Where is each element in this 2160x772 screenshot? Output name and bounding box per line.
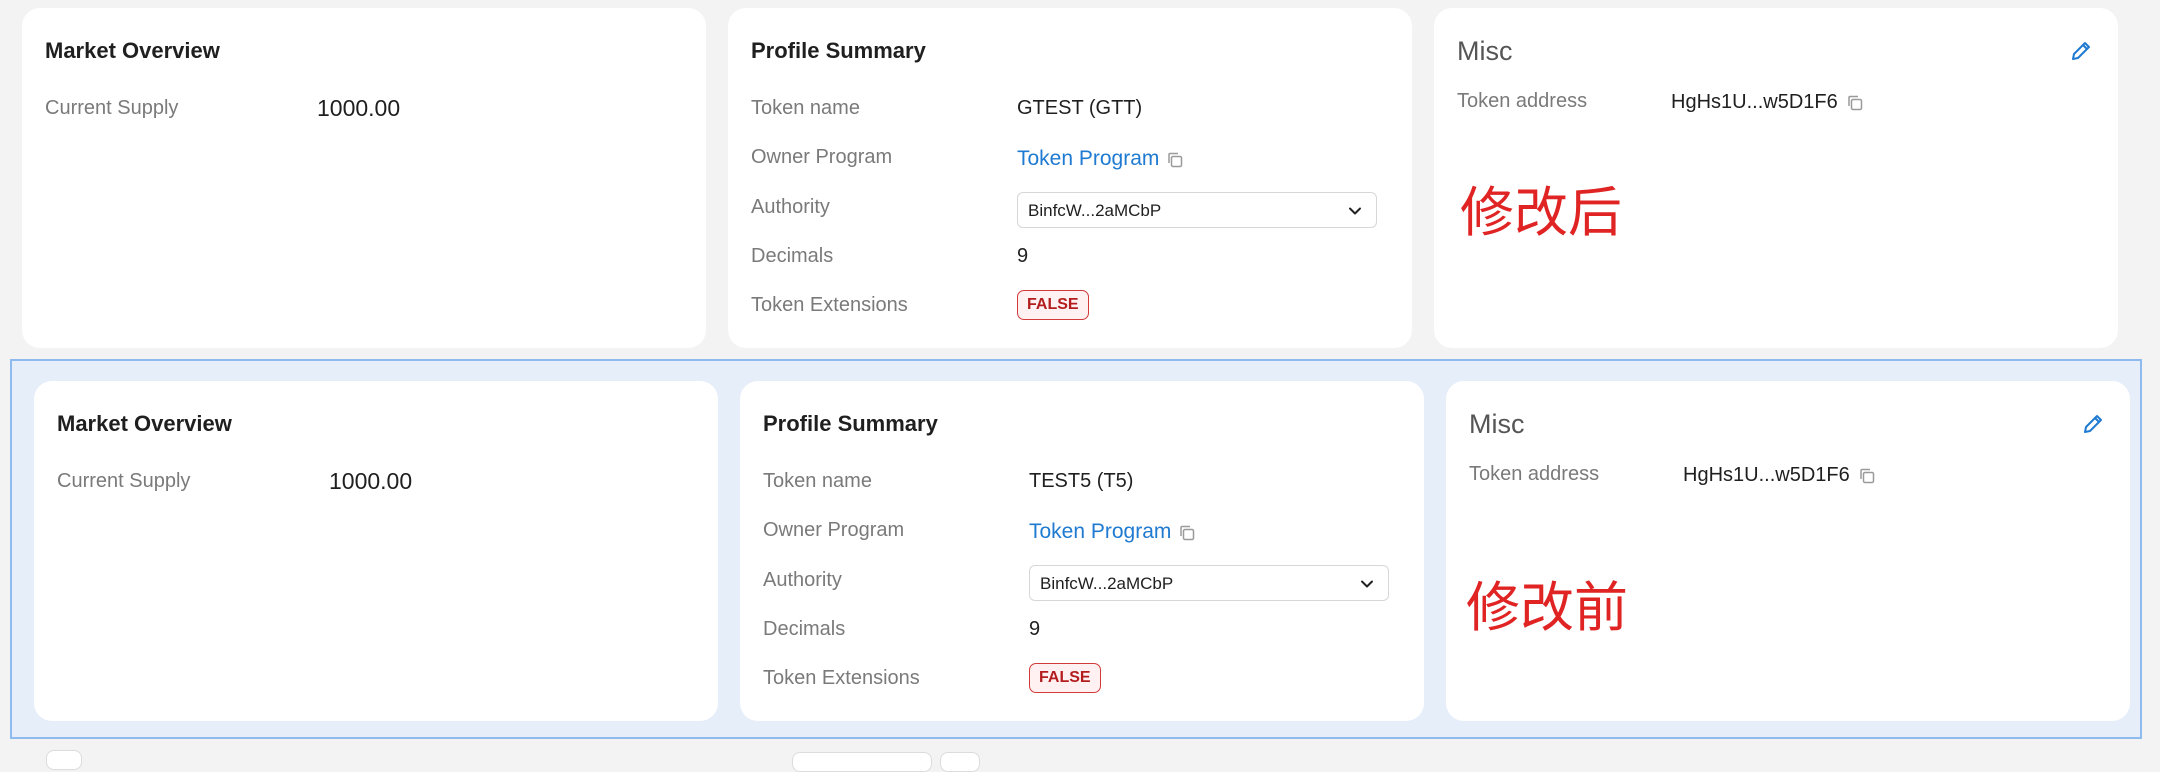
authority-label: Authority	[751, 196, 830, 218]
owner-program-link[interactable]: Token Program	[1017, 147, 1159, 171]
pencil-icon[interactable]	[2080, 411, 2106, 437]
token-extensions-label: Token Extensions	[751, 294, 908, 316]
misc-title: Misc	[1469, 409, 1525, 439]
copy-icon[interactable]	[1846, 94, 1864, 112]
token-address-value: HgHs1U...w5D1F6	[1671, 91, 1838, 113]
chevron-down-icon	[1349, 207, 1361, 215]
owner-program-label: Owner Program	[751, 146, 893, 168]
pencil-icon[interactable]	[2068, 38, 2094, 64]
token-address-label: Token address	[1469, 463, 1600, 485]
authority-select-value: BinfcW...2aMCbP	[1028, 201, 1162, 220]
profile-summary-title: Profile Summary	[751, 38, 926, 63]
decimals-value: 9	[1029, 618, 1041, 640]
decimals-label: Decimals	[763, 618, 846, 640]
token-name-value: GTEST (GTT)	[1017, 97, 1143, 119]
token-extensions-label: Token Extensions	[763, 667, 920, 689]
misc-card-before: Misc Token address HgHs1U...w5D1F6 修改前	[1446, 381, 2130, 721]
token-name-value: TEST5 (T5)	[1029, 470, 1134, 492]
current-supply-value: 1000.00	[329, 468, 413, 494]
profile-summary-card-after: Profile Summary Token name GTEST (GTT) O…	[728, 8, 1412, 348]
authority-label: Authority	[763, 569, 842, 591]
chevron-down-icon	[1361, 580, 1373, 588]
copy-icon[interactable]	[1178, 524, 1196, 542]
market-overview-card-before: Market Overview Current Supply 1000.00	[34, 381, 718, 721]
token-name-label: Token name	[763, 470, 872, 492]
token-extensions-badge: FALSE	[1029, 663, 1101, 693]
market-overview-title: Market Overview	[45, 38, 220, 63]
decimals-label: Decimals	[751, 245, 834, 267]
copy-icon[interactable]	[1166, 151, 1184, 169]
token-extensions-badge: FALSE	[1017, 290, 1089, 320]
authority-select[interactable]: BinfcW...2aMCbP	[1017, 192, 1377, 228]
decimals-value: 9	[1017, 245, 1029, 267]
market-overview-card-after: Market Overview Current Supply 1000.00	[22, 8, 706, 348]
partial-checkbox[interactable]	[46, 750, 82, 770]
misc-title: Misc	[1457, 36, 1513, 66]
token-name-label: Token name	[751, 97, 860, 119]
owner-program-label: Owner Program	[763, 519, 905, 541]
partial-control[interactable]	[940, 752, 980, 772]
owner-program-link[interactable]: Token Program	[1029, 520, 1171, 544]
token-address-label: Token address	[1457, 90, 1588, 112]
annotation-after: 修改后	[1460, 181, 1622, 244]
current-supply-label: Current Supply	[45, 97, 179, 119]
token-address-value: HgHs1U...w5D1F6	[1683, 464, 1850, 486]
market-overview-title: Market Overview	[57, 411, 232, 436]
current-supply-value: 1000.00	[317, 95, 401, 121]
misc-card-after: Misc Token address HgHs1U...w5D1F6 修改后	[1434, 8, 2118, 348]
profile-summary-title: Profile Summary	[763, 411, 938, 436]
partial-control[interactable]	[792, 752, 932, 772]
authority-select[interactable]: BinfcW...2aMCbP	[1029, 565, 1389, 601]
profile-summary-card-before: Profile Summary Token name TEST5 (T5) Ow…	[740, 381, 1424, 721]
annotation-before: 修改前	[1466, 576, 1628, 639]
current-supply-label: Current Supply	[57, 470, 191, 492]
copy-icon[interactable]	[1858, 467, 1876, 485]
authority-select-value: BinfcW...2aMCbP	[1040, 574, 1174, 593]
